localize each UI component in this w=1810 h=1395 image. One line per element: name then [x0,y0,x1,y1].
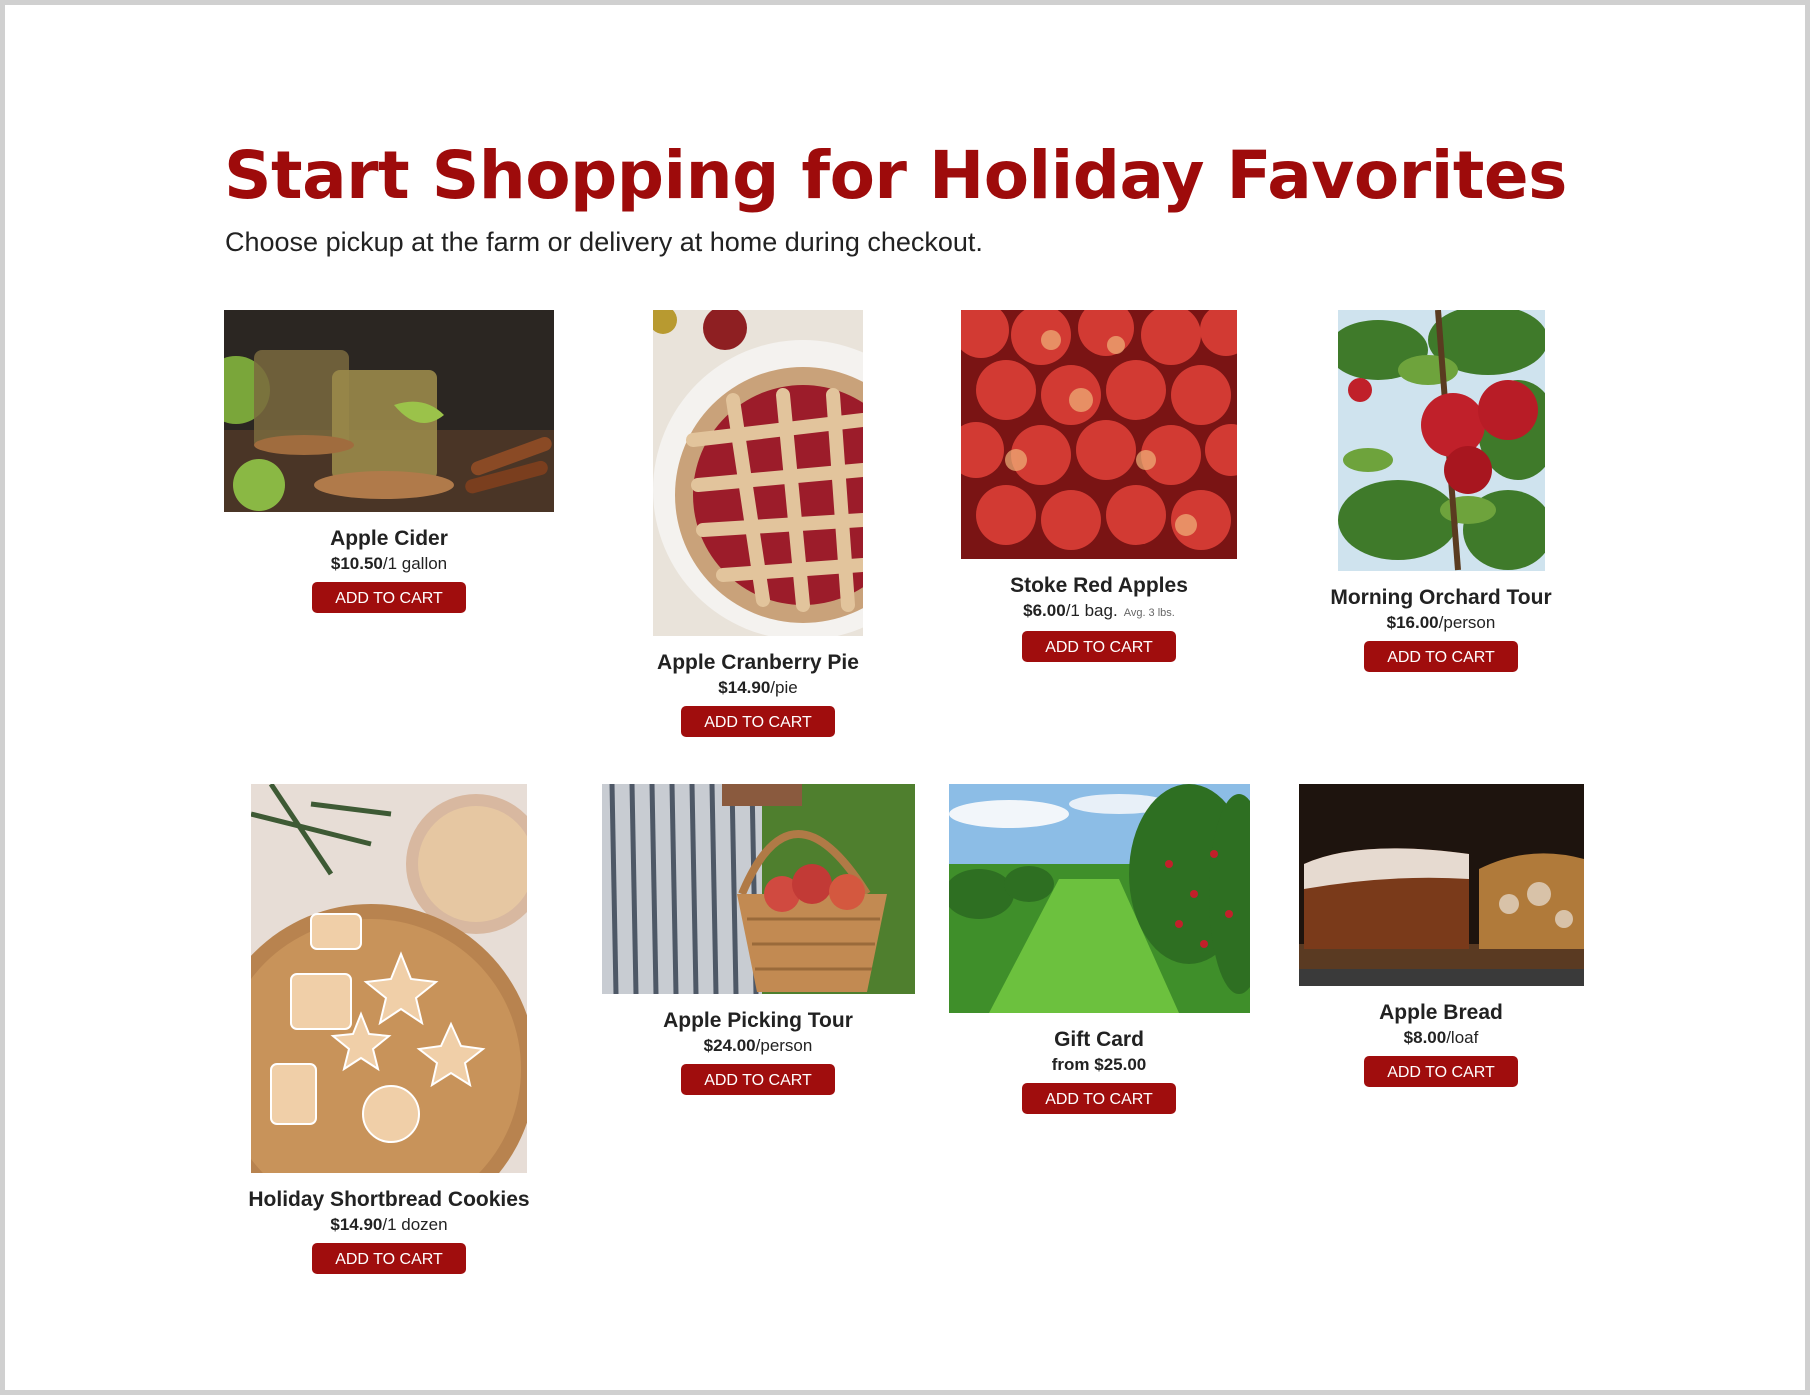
product-unit: /1 dozen [382,1215,448,1234]
product-unit: /pie [770,678,798,697]
add-to-cart-button[interactable]: ADD TO CART [312,1243,466,1274]
product-name[interactable]: Stoke Red Apples [904,573,1294,599]
page-subtitle: Choose pickup at the farm or delivery at… [225,227,983,257]
product-price-line: from $25.00 [904,1053,1294,1077]
product-card-apple-cider: Apple Cider $10.50/1 gallon ADD TO CART [194,310,584,613]
product-unit: /person [755,1036,813,1055]
red-apples-image[interactable] [961,310,1237,559]
product-unit: /loaf [1446,1028,1479,1047]
apple-cider-image[interactable] [224,310,554,512]
product-card-stoke-red-apples: Stoke Red Apples $6.00/1 bag. Avg. 3 lbs.… [904,310,1294,662]
product-price-line: $14.90/pie [563,676,953,700]
product-price-line: $24.00/person [563,1034,953,1058]
product-name[interactable]: Apple Bread [1246,1000,1636,1026]
product-card-gift-card: Gift Card from $25.00 ADD TO CART [904,784,1294,1114]
product-price-line: $14.90/1 dozen [194,1213,584,1237]
product-price: $8.00 [1403,1028,1447,1047]
product-card-morning-orchard-tour: Morning Orchard Tour $16.00/person ADD T… [1246,310,1636,672]
product-name[interactable]: Holiday Shortbread Cookies [194,1187,584,1213]
apple-tree-image[interactable] [1337,310,1545,571]
orchard-rows-image[interactable] [948,784,1250,1013]
product-price-line: $8.00/loaf [1246,1026,1636,1050]
apple-basket-image[interactable] [601,784,915,994]
add-to-cart-button[interactable]: ADD TO CART [1364,1056,1518,1087]
product-name[interactable]: Apple Cranberry Pie [563,650,953,676]
add-to-cart-button[interactable]: ADD TO CART [1364,641,1518,672]
product-unit: /person [1438,613,1496,632]
product-card-apple-picking-tour: Apple Picking Tour $24.00/person ADD TO … [563,784,953,1095]
page-title: Start Shopping for Holiday Favorites [224,137,1567,214]
shortbread-cookies-image[interactable] [251,784,527,1173]
apple-cranberry-pie-image[interactable] [653,310,863,636]
product-price: $14.90 [718,678,771,697]
add-to-cart-button[interactable]: ADD TO CART [1022,1083,1176,1114]
apple-bread-image[interactable] [1298,784,1584,986]
product-price: $10.50 [330,554,383,573]
product-name[interactable]: Morning Orchard Tour [1246,585,1636,611]
product-card-holiday-shortbread-cookies: Holiday Shortbread Cookies $14.90/1 doze… [194,784,584,1274]
product-price: $14.90 [330,1215,383,1234]
add-to-cart-button[interactable]: ADD TO CART [1022,631,1176,662]
product-unit: /1 gallon [382,554,448,573]
product-note: Avg. 3 lbs. [1123,607,1175,619]
product-price-line: $10.50/1 gallon [194,552,584,576]
add-to-cart-button[interactable]: ADD TO CART [681,706,835,737]
product-price: $6.00 [1023,601,1066,620]
product-price: $24.00 [703,1036,756,1055]
add-to-cart-button[interactable]: ADD TO CART [681,1064,835,1095]
add-to-cart-button[interactable]: ADD TO CART [312,582,466,613]
product-unit: /1 bag. [1065,601,1118,620]
product-price: from $25.00 [1051,1055,1147,1074]
product-price-line: $6.00/1 bag. Avg. 3 lbs. [904,599,1294,625]
product-card-apple-cranberry-pie: Apple Cranberry Pie $14.90/pie ADD TO CA… [563,310,953,737]
product-price-line: $16.00/person [1246,611,1636,635]
product-name[interactable]: Apple Picking Tour [563,1008,953,1034]
product-name[interactable]: Gift Card [904,1027,1294,1053]
product-price: $16.00 [1386,613,1439,632]
product-card-apple-bread: Apple Bread $8.00/loaf ADD TO CART [1246,784,1636,1087]
product-name[interactable]: Apple Cider [194,526,584,552]
